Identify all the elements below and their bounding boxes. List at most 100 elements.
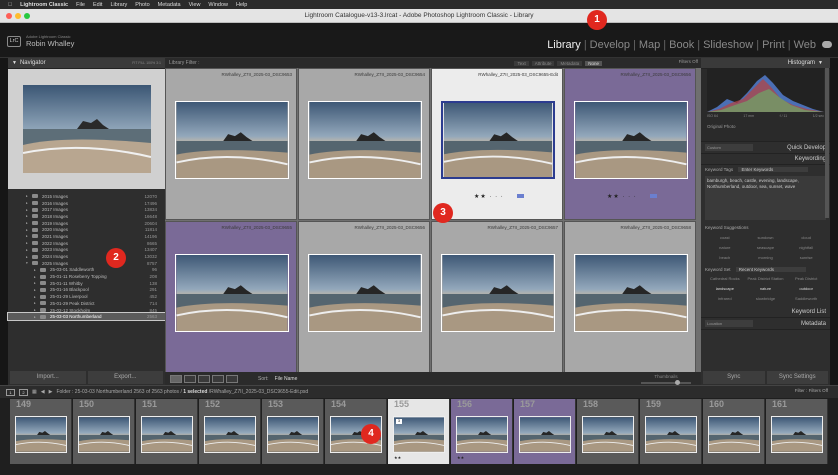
keyword-set-item[interactable]: nature xyxy=(746,284,786,293)
star-rating[interactable]: ★★ · · · xyxy=(607,193,637,200)
keyword-suggestion[interactable]: beach xyxy=(705,253,745,262)
module-library[interactable]: Library xyxy=(547,39,581,51)
keyword-set-item[interactable]: Peak District Station xyxy=(746,274,786,283)
filmstrip-cell[interactable]: 149 xyxy=(10,399,72,464)
module-print[interactable]: Print xyxy=(762,39,785,51)
sync-settings-button[interactable]: Sync Settings xyxy=(766,371,828,384)
color-label-badge[interactable] xyxy=(650,194,657,198)
keyword-set-item[interactable]: Peak District xyxy=(786,274,826,283)
keywording-header[interactable]: Keywording xyxy=(701,154,830,165)
keyword-set-item[interactable]: Cathedral Rocks xyxy=(705,274,745,283)
grid-cell-selected[interactable]: RWhalley_Z7II_2025-03_DSC9655-Edit ★★ · … xyxy=(431,68,563,220)
menu-view[interactable]: View xyxy=(189,2,201,8)
keyword-suggestion[interactable]: nature xyxy=(705,243,745,252)
menu-help[interactable]: Help xyxy=(236,2,247,8)
keyword-set-item[interactable]: slowbridge xyxy=(746,294,786,303)
survey-view-button[interactable] xyxy=(212,374,224,383)
grid-cell[interactable]: RWhalley_Z7II_2025-03_DSC9654 xyxy=(298,68,430,220)
filmstrip-cell[interactable]: 150 xyxy=(73,399,135,464)
right-panel-scrollbar[interactable] xyxy=(825,68,829,218)
navigator-zoom-options[interactable]: FIT FILL 100% 3:1 xyxy=(132,61,161,65)
app-menu[interactable]: Lightroom Classic xyxy=(20,2,68,8)
folder-row[interactable]: ▸ 2018 Images 16648 xyxy=(8,213,165,220)
folder-row[interactable]: ▸ 25-01-11 Whitby 138 xyxy=(8,280,165,287)
metadata-preset-select[interactable]: Location xyxy=(705,320,753,327)
sort-select[interactable]: File Name xyxy=(275,376,298,382)
metadata-header[interactable]: Location Metadata xyxy=(701,318,830,330)
folder-row[interactable]: ▸ 2016 Images 17496 xyxy=(8,200,165,207)
keyword-set-item[interactable]: Saddleworth xyxy=(786,294,826,303)
filmstrip-cell-selected[interactable]: 155 3 ★★ xyxy=(388,399,450,464)
thumbnail-size-slider[interactable] xyxy=(641,380,691,385)
keyword-suggestion[interactable]: morning xyxy=(746,253,786,262)
menu-window[interactable]: Window xyxy=(208,2,228,8)
folder-row[interactable]: ▸ 2021 Images 14196 xyxy=(8,233,165,240)
filters-off-select[interactable]: Filters Off xyxy=(679,59,698,64)
filmstrip-filter-select[interactable]: Filters Off xyxy=(809,388,828,393)
filter-attribute[interactable]: Attribute xyxy=(531,60,555,66)
folder-row[interactable]: ▸ 25-01-11 Roseberry Topping 208 xyxy=(8,273,165,280)
filmstrip-cell[interactable]: 153 xyxy=(262,399,324,464)
export-button[interactable]: Export... xyxy=(87,371,163,384)
folder-row[interactable]: ▸ 2022 Images 8665 xyxy=(8,240,165,247)
keyword-suggestion[interactable]: cloud xyxy=(786,233,826,242)
folder-row[interactable]: ▸ 2019 Images 20604 xyxy=(8,220,165,227)
grid-view-button[interactable] xyxy=(170,374,182,383)
left-edge-toggle[interactable] xyxy=(0,58,8,385)
loupe-view-button[interactable] xyxy=(184,374,196,383)
filmstrip-source[interactable]: Folder : 25-03-03 Northumberland 2563 of… xyxy=(56,389,308,395)
sync-button[interactable]: Sync xyxy=(703,371,765,384)
saved-preset-select[interactable]: Custom xyxy=(705,144,753,151)
menu-library[interactable]: Library xyxy=(110,2,127,8)
filmstrip-cell[interactable]: 157 xyxy=(514,399,576,464)
grid-cell[interactable]: RWhalley_Z7II_2025-03_DSC9656 xyxy=(298,221,430,373)
folder-row[interactable]: ▸ 25-02-12 Stockholm 845 xyxy=(8,307,165,314)
keyword-suggestion[interactable]: sundown xyxy=(746,233,786,242)
module-map[interactable]: Map xyxy=(639,39,660,51)
keyword-tags-field[interactable]: bamburgh, beach, castle, evening, landsc… xyxy=(705,176,826,220)
folder-row[interactable]: ▸ 25-01-29 Peak District 714 xyxy=(8,300,165,307)
grid-cell[interactable]: RWhalley_Z7II_2025-03_DSC9653 xyxy=(165,68,297,220)
module-develop[interactable]: Develop xyxy=(590,39,630,51)
quick-develop-header[interactable]: Custom Quick Develop xyxy=(701,142,830,154)
module-book[interactable]: Book xyxy=(669,39,694,51)
keyword-suggestion[interactable]: nightfall xyxy=(786,243,826,252)
filmstrip-cell[interactable]: 151 xyxy=(136,399,198,464)
menu-edit[interactable]: Edit xyxy=(93,2,102,8)
back-arrow-icon[interactable]: ◀ xyxy=(41,389,45,395)
import-button[interactable]: Import... xyxy=(10,371,86,384)
filter-text[interactable]: Text xyxy=(514,60,529,66)
filter-metadata[interactable]: Metadata xyxy=(557,60,583,66)
keyword-set-item[interactable]: infrared xyxy=(705,294,745,303)
menu-metadata[interactable]: Metadata xyxy=(158,2,181,8)
compare-view-button[interactable] xyxy=(198,374,210,383)
module-web[interactable]: Web xyxy=(794,39,816,51)
folder-row[interactable]: ▸ 2023 Images 13407 xyxy=(8,247,165,254)
folder-row[interactable]: ▸ 2020 Images 11814 xyxy=(8,226,165,233)
color-label-badge[interactable] xyxy=(517,194,524,198)
filmstrip-cell[interactable]: 160 xyxy=(703,399,765,464)
forward-arrow-icon[interactable]: ▶ xyxy=(49,389,53,395)
grid-cell[interactable]: RWhalley_Z7II_2025-03_DSC9658 xyxy=(564,221,696,373)
grid-cell[interactable]: RWhalley_Z7II_2025-03_DSC9656 ★★ · · · xyxy=(564,68,696,220)
keyword-suggestion[interactable]: coast xyxy=(705,233,745,242)
filmstrip-cell[interactable]: 158 xyxy=(577,399,639,464)
menu-photo[interactable]: Photo xyxy=(135,2,149,8)
keyword-set-item[interactable]: outdoor xyxy=(786,284,826,293)
filmstrip-cell[interactable]: 152 xyxy=(199,399,261,464)
people-view-button[interactable] xyxy=(226,374,238,383)
navigator-header[interactable]: ▼ Navigator FIT FILL 100% 3:1 xyxy=(8,58,165,69)
folder-row[interactable]: ▸ 2015 Images 12070 xyxy=(8,193,165,200)
keyword-suggestion[interactable]: sunrise xyxy=(786,253,826,262)
keyword-tags-select[interactable]: Enter Keywords xyxy=(738,167,809,172)
folder-row[interactable]: ▸ 2024 Images 13032 xyxy=(8,253,165,260)
folder-row[interactable]: ▸ 25-01-16 Blackpool 291 xyxy=(8,287,165,294)
grid-cell[interactable]: RWhalley_Z7II_2025-03_DSC9657 xyxy=(431,221,563,373)
navigator-preview[interactable] xyxy=(8,69,165,189)
keyword-set-item[interactable]: landscape xyxy=(705,284,745,293)
keyword-suggestion[interactable]: seascape xyxy=(746,243,786,252)
grid-shortcut-icon[interactable]: ▦ xyxy=(32,389,37,395)
folder-row[interactable]: ▾ 2025 Images 8757 xyxy=(8,260,165,267)
apple-icon[interactable]:  xyxy=(8,2,12,8)
histogram-graph[interactable] xyxy=(707,69,824,112)
